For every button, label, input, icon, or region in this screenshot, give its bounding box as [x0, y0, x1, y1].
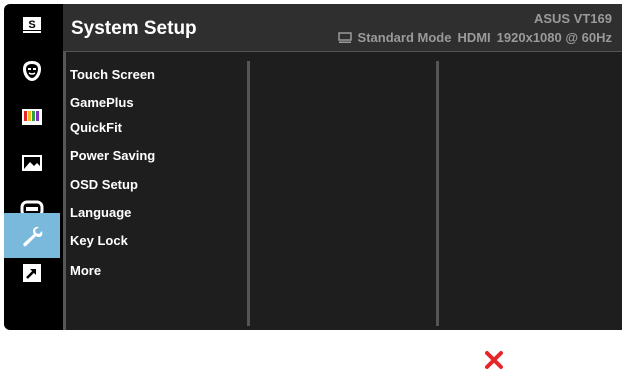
input-label: HDMI	[457, 30, 491, 45]
close-button[interactable]	[482, 348, 506, 372]
eye-care-face-icon	[23, 60, 41, 81]
sidebar-item-shortcut[interactable]	[4, 254, 60, 291]
status-line: Standard Mode HDMI 1920x1080 @ 60Hz	[337, 30, 612, 45]
color-bars-icon	[22, 108, 42, 125]
menu-item-osd-setup[interactable]: OSD Setup	[70, 177, 138, 192]
sidebar-item-eye-care[interactable]	[4, 52, 60, 89]
confirm-button[interactable]	[517, 348, 541, 372]
menu-item-gameplus[interactable]: GamePlus	[70, 95, 134, 110]
sidebar-item-color[interactable]	[4, 98, 60, 135]
menu-item-quickfit[interactable]: QuickFit	[70, 120, 122, 135]
sidebar-item-image[interactable]	[4, 144, 60, 181]
menu-item-more[interactable]: More	[70, 263, 101, 278]
splendid-s-icon: S	[23, 16, 41, 33]
model-name: ASUS VT169	[533, 11, 612, 26]
svg-text:S: S	[28, 19, 35, 31]
column-divider	[247, 61, 250, 326]
sidebar-item-system-setup[interactable]	[4, 213, 60, 258]
sidebar-item-splendid[interactable]: S	[4, 6, 60, 43]
wrench-icon	[23, 226, 43, 246]
page-title: System Setup	[71, 18, 197, 39]
shortcut-arrow-icon	[23, 263, 41, 282]
menu-item-power-saving[interactable]: Power Saving	[70, 148, 155, 163]
up-button[interactable]	[553, 348, 577, 372]
column-divider	[436, 61, 439, 326]
checkmark-icon	[517, 351, 541, 369]
header-bar: System Setup ASUS VT169 Standard Mode HD…	[63, 4, 622, 52]
mode-label: Standard Mode	[357, 30, 452, 45]
content-area	[63, 4, 622, 330]
menu-item-touch-screen[interactable]: Touch Screen	[70, 67, 155, 82]
resolution-label: 1920x1080 @ 60Hz	[496, 30, 612, 45]
close-x-icon	[485, 351, 503, 369]
menu-item-language[interactable]: Language	[70, 205, 131, 220]
image-landscape-icon	[22, 154, 42, 171]
monitor-icon	[337, 31, 352, 43]
menu-item-key-lock[interactable]: Key Lock	[70, 233, 128, 248]
triangle-up-icon	[555, 352, 575, 368]
down-button[interactable]	[588, 348, 612, 372]
sidebar: S	[4, 4, 60, 330]
triangle-down-icon	[590, 352, 610, 368]
